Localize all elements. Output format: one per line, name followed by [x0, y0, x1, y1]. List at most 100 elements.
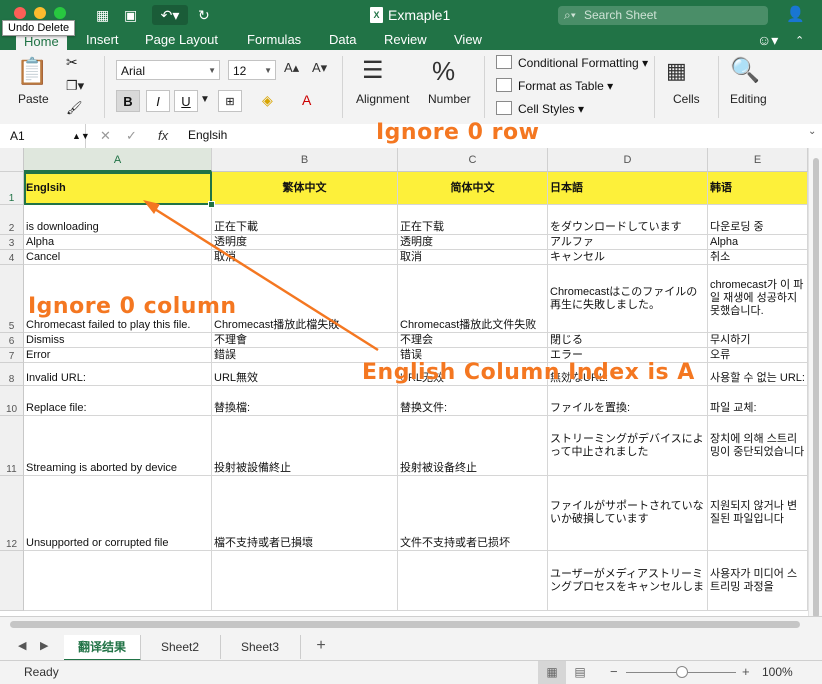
row-header[interactable]: 6	[0, 333, 24, 348]
table-cell[interactable]	[398, 551, 548, 611]
table-cell[interactable]: 파일 교체:	[708, 386, 808, 416]
table-cell[interactable]: 取消	[398, 250, 548, 265]
column-header-e[interactable]: E	[708, 148, 808, 172]
fx-icon[interactable]: fx	[158, 128, 168, 143]
table-cell[interactable]: ファイルがサポートされていないか破損しています	[548, 476, 708, 551]
table-cell[interactable]: Alpha	[708, 235, 808, 250]
vertical-scrollbar[interactable]	[808, 148, 822, 618]
row-header[interactable]: 4	[0, 250, 24, 265]
undo-button[interactable]: ↶▾	[152, 5, 188, 25]
table-cell[interactable]: 지원되지 않거나 변질된 파일입니다	[708, 476, 808, 551]
table-cell[interactable]: 韩语	[708, 172, 808, 205]
zoom-in-button[interactable]: +	[742, 664, 750, 679]
redo-icon[interactable]: ↻	[198, 6, 210, 24]
grow-font-button[interactable]: A▴	[284, 60, 299, 76]
table-cell[interactable]: 다운로딩 중	[708, 205, 808, 235]
table-cell[interactable]: 正在下載	[212, 205, 398, 235]
underline-button[interactable]: U	[174, 90, 198, 112]
column-header-d[interactable]: D	[548, 148, 708, 172]
column-header-b[interactable]: B	[212, 148, 398, 172]
table-cell[interactable]: Streaming is aborted by device	[24, 416, 212, 476]
copy-icon[interactable]: ❐▾	[66, 78, 84, 94]
sheet-tab-2[interactable]: Sheet2	[140, 635, 221, 659]
table-cell[interactable]: Invalid URL:	[24, 363, 212, 386]
next-sheet-icon[interactable]: ▶	[40, 639, 48, 652]
zoom-window-button[interactable]	[54, 7, 66, 19]
table-cell[interactable]: 사용자가 미디어 스트리밍 과정을	[708, 551, 808, 611]
minimize-window-button[interactable]	[34, 7, 46, 19]
tab-data[interactable]: Data	[329, 32, 356, 50]
vertical-scroll-thumb[interactable]	[813, 158, 819, 618]
select-all-corner[interactable]	[0, 148, 24, 172]
editing-label[interactable]: Editing	[730, 92, 767, 106]
tab-page-layout[interactable]: Page Layout	[145, 32, 218, 50]
shrink-font-button[interactable]: A▾	[312, 60, 327, 76]
row-header[interactable]: 12	[0, 476, 24, 551]
row-header[interactable]: 10	[0, 386, 24, 416]
table-cell[interactable]	[24, 551, 212, 611]
add-sheet-button[interactable]: +	[310, 635, 332, 659]
table-cell[interactable]: 简体中文	[398, 172, 548, 205]
alignment-icon[interactable]: ☰	[362, 56, 384, 85]
table-cell[interactable]: 不理会	[398, 333, 548, 348]
table-cell[interactable]: 취소	[708, 250, 808, 265]
table-cell[interactable]: Alpha	[24, 235, 212, 250]
chevron-down-icon[interactable]: ▼	[200, 94, 210, 105]
italic-button[interactable]: I	[146, 90, 170, 112]
table-cell[interactable]: 日本語	[548, 172, 708, 205]
row-header[interactable]: 5	[0, 265, 24, 333]
percent-icon[interactable]: %	[432, 56, 455, 87]
sheet-tab-3[interactable]: Sheet3	[220, 635, 301, 659]
tab-view[interactable]: View	[454, 32, 482, 50]
row-header[interactable]: 7	[0, 348, 24, 363]
bold-button[interactable]: B	[116, 90, 140, 112]
row-header[interactable]: 3	[0, 235, 24, 250]
fill-handle[interactable]	[208, 201, 215, 208]
tab-insert[interactable]: Insert	[86, 32, 119, 50]
format-as-table-button[interactable]: Format as Table ▾	[496, 78, 613, 93]
table-cell[interactable]: をダウンロードしています	[548, 205, 708, 235]
row-header[interactable]: 1	[0, 172, 24, 205]
table-cell[interactable]: Englsih	[24, 172, 212, 205]
font-color-icon[interactable]: A	[302, 92, 311, 108]
borders-icon[interactable]: ⊞	[218, 90, 242, 112]
table-cell[interactable]: ユーザーがメディアストリーミングプロセスをキャンセルしま	[548, 551, 708, 611]
table-cell[interactable]: 사용할 수 없는 URL:	[708, 363, 808, 386]
magnifier-icon[interactable]: 🔍	[730, 56, 760, 85]
column-header-a[interactable]: A	[24, 148, 212, 172]
table-cell[interactable]: Chromecast播放此檔失敗	[212, 265, 398, 333]
table-cell[interactable]: 檔不支持或者已損壞	[212, 476, 398, 551]
table-cell[interactable]: Cancel	[24, 250, 212, 265]
table-cell[interactable]: ストリーミングがデバイスによって中止されました	[548, 416, 708, 476]
row-header[interactable]: 8	[0, 363, 24, 386]
table-cell[interactable]: 繁体中文	[212, 172, 398, 205]
number-label[interactable]: Number	[428, 92, 471, 106]
prev-sheet-icon[interactable]: ◀	[18, 639, 26, 652]
cells-icon[interactable]: ▦	[666, 58, 687, 84]
row-header[interactable]: 11	[0, 416, 24, 476]
table-cell[interactable]: 取消	[212, 250, 398, 265]
font-size-select[interactable]: 12 ▼	[228, 60, 276, 80]
paste-icon[interactable]: 📋	[16, 56, 48, 87]
search-sheet-input[interactable]: ⌕▾ Search Sheet	[558, 6, 768, 25]
name-box[interactable]: A1 ▲▼	[0, 124, 90, 148]
table-cell[interactable]: chromecast가 이 파일 재생에 성공하지 못했습니다.	[708, 265, 808, 333]
table-cell[interactable]	[212, 551, 398, 611]
fill-color-icon[interactable]: ◈	[262, 92, 273, 109]
table-cell[interactable]: キャンセル	[548, 250, 708, 265]
horizontal-scrollbar[interactable]	[10, 619, 800, 629]
alignment-label[interactable]: Alignment	[356, 92, 409, 106]
table-cell[interactable]: 投射被設備終止	[212, 416, 398, 476]
table-cell[interactable]: 文件不支持或者已损坏	[398, 476, 548, 551]
table-cell[interactable]: Error	[24, 348, 212, 363]
save-icon[interactable]: ▣	[124, 6, 137, 24]
format-painter-icon[interactable]: 🖌	[66, 100, 83, 116]
enter-icon[interactable]: ✓	[126, 128, 137, 144]
table-cell[interactable]: 投射被设备终止	[398, 416, 548, 476]
normal-view-icon[interactable]: ▦	[538, 661, 566, 684]
table-cell[interactable]: ファイルを置換:	[548, 386, 708, 416]
table-cell[interactable]: 閉じる	[548, 333, 708, 348]
table-cell[interactable]: is downloading	[24, 205, 212, 235]
close-window-button[interactable]	[14, 7, 26, 19]
tab-review[interactable]: Review	[384, 32, 427, 50]
